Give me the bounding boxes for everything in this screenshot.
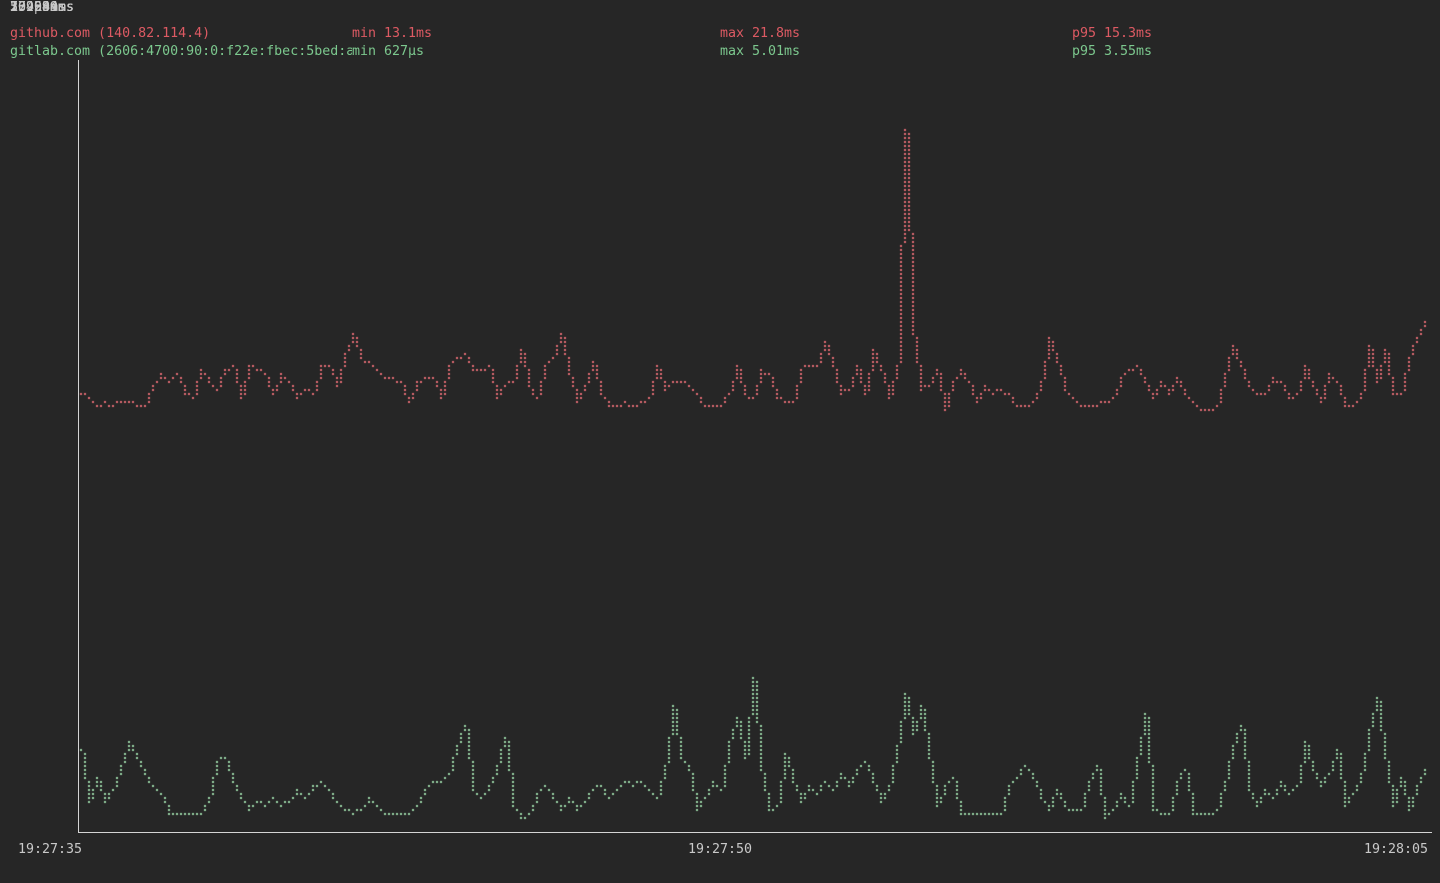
x-tick-label-end: 19:28:05 [1364, 842, 1428, 857]
github-p95-stat: p95 15.3ms [1072, 26, 1152, 41]
gitlab-p95-stat: p95 3.55ms [1072, 44, 1152, 59]
gping-terminal: { "app": { "name": "gping latency graph"… [0, 0, 1440, 883]
x-tick-label-start: 19:27:35 [18, 842, 82, 857]
github-min-stat: min 13.1ms [352, 26, 432, 41]
github-host-label: github.com (140.82.114.4) [10, 26, 210, 41]
x-axis-line [78, 832, 1432, 833]
github-max-stat: max 21.8ms [720, 26, 800, 41]
y-axis-line [78, 60, 79, 832]
gitlab-host-label: gitlab.com (2606:4700:90:0:f22e:fbec:5be… [10, 44, 352, 59]
y-tick-label: 564µs [10, 0, 50, 15]
gitlab-max-stat: max 5.01ms [720, 44, 800, 59]
latency-plot-canvas [0, 0, 1440, 883]
x-tick-label-mid: 19:27:50 [688, 842, 752, 857]
gitlab-min-stat: min 627µs [352, 44, 424, 59]
